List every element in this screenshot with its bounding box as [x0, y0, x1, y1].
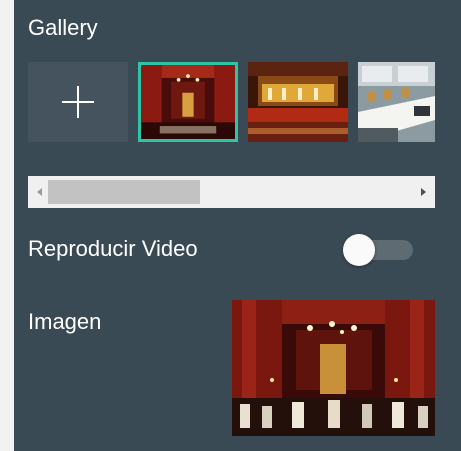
thumbnail-theatre-stage[interactable] [248, 62, 348, 142]
image-label: Imagen [28, 309, 102, 334]
scrollbar-thumb[interactable] [48, 180, 200, 204]
add-image-button[interactable] [28, 62, 128, 142]
plus-icon [60, 84, 96, 120]
settings-panel: Gallery Reproducir Video Imagen [14, 0, 461, 451]
play-video-toggle[interactable] [343, 234, 413, 266]
left-page-edge [0, 0, 14, 451]
arrow-right-icon[interactable] [421, 188, 426, 196]
thumbnail-conference-room[interactable] [358, 62, 435, 142]
gallery-thumbnails [28, 62, 435, 142]
play-video-label: Reproducir Video [28, 236, 198, 261]
gallery-title: Gallery [28, 15, 98, 40]
arrow-left-icon[interactable] [37, 188, 42, 196]
gallery-scrollbar[interactable] [28, 176, 435, 208]
toggle-knob [343, 234, 375, 266]
image-preview [232, 300, 435, 436]
thumbnail-theatre-curtain[interactable] [138, 62, 238, 142]
